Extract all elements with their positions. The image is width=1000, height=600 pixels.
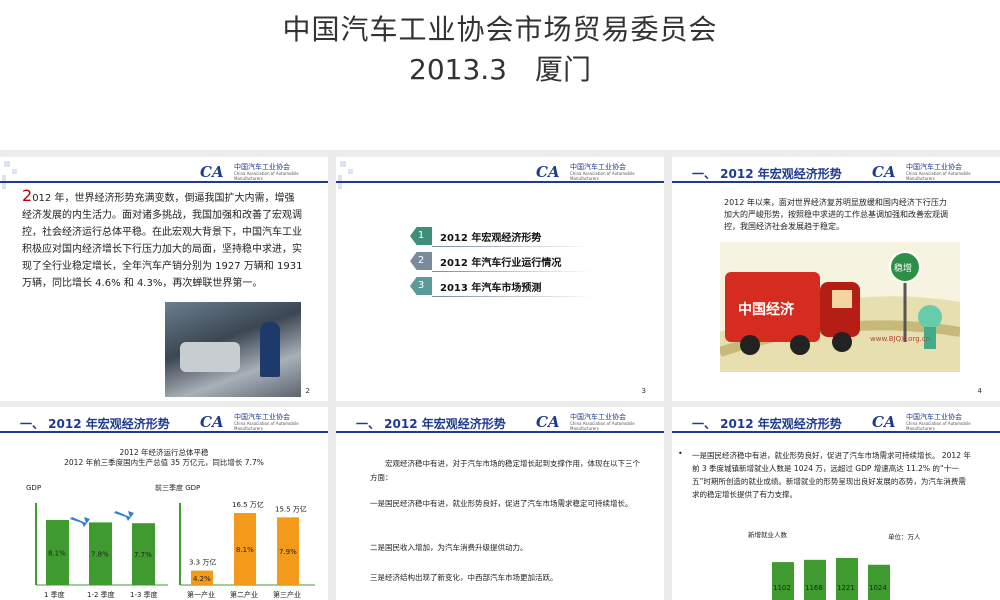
trend-arrow-icon bbox=[114, 511, 134, 521]
caam-logo: CA 中国汽车工业协会 China Association of Automob… bbox=[536, 413, 635, 431]
slide-thumbnail-6[interactable]: 一、 2012 年宏观经济形势 CA 中国汽车工业协会 China Associ… bbox=[336, 407, 664, 600]
bar-value-label: 1024 bbox=[869, 584, 887, 592]
slide-thumbnail-5[interactable]: 一、 2012 年宏观经济形势 CA 中国汽车工业协会 China Associ… bbox=[0, 407, 328, 600]
y-axis-label-2: 前三季度 GDP bbox=[155, 483, 200, 492]
employment-bar bbox=[804, 559, 826, 600]
title-banner: 中国汽车工业协会市场贸易委员会 2013.3 厦门 bbox=[0, 0, 1000, 150]
bar-growth-label: 8.1% bbox=[236, 546, 254, 554]
x-tick-label: 1 季度 bbox=[44, 590, 65, 599]
x-tick-label: 第二产业 bbox=[230, 590, 258, 599]
watermark: www.BJQX.org.cn bbox=[870, 335, 931, 343]
employment-bar bbox=[836, 558, 858, 600]
factory-photo bbox=[165, 302, 301, 397]
x-tick-label: 1-2 季度 bbox=[87, 590, 115, 599]
header-rule bbox=[336, 181, 664, 183]
section-title: 一、 2012 年宏观经济形势 bbox=[692, 167, 842, 181]
paragraph-point-2: 二是国民收入增加，为汽车消费升级提供动力。 bbox=[370, 543, 528, 552]
header-rule bbox=[0, 181, 328, 183]
section-title: 一、 2012 年宏观经济形势 bbox=[356, 417, 506, 431]
caam-logo: CA 中国汽车工业协会 China Association of Automob… bbox=[872, 163, 971, 181]
employment-bar bbox=[772, 562, 794, 600]
header-rule bbox=[672, 181, 1000, 183]
slide-intro-text: 2012 年以来，面对世界经济复苏明显放缓和国内经济下行压力加大的严峻形势，按照… bbox=[724, 198, 948, 231]
slide-thumbnail-2[interactable]: CA 中国汽车工业协会 China Association of Automob… bbox=[0, 157, 328, 401]
bar-value-label: 8.1% bbox=[48, 550, 66, 558]
presentation-title: 中国汽车工业协会市场贸易委员会 bbox=[282, 13, 718, 46]
bar-total-label: 3.3 万亿 bbox=[189, 558, 216, 567]
paragraph-point-3: 三是经济结构出现了新变化，中西部汽车市场更加活跃。 bbox=[370, 573, 558, 582]
bar-value-label: 7.8% bbox=[91, 551, 109, 559]
presentation-subtitle: 2013.3 厦门 bbox=[409, 53, 591, 86]
slide-body-text: 2012 年，世界经济形势充满变数，倒逼我国扩大内需，增强经济发展的内生活力。面… bbox=[22, 186, 303, 289]
slide-thumbnail-3[interactable]: CA 中国汽车工业协会 China Association of Automob… bbox=[336, 157, 664, 401]
bar-total-label: 16.5 万亿 bbox=[232, 500, 264, 509]
gdp-bar-charts: GDP 8.1% 1 季度 7.8% 1-2 季度 7.7% 1-3 季度 前三季度 GDP 3… bbox=[26, 483, 315, 599]
page-number: 2 bbox=[305, 387, 310, 395]
x-tick-label: 第三产业 bbox=[273, 590, 301, 599]
header-rule bbox=[336, 431, 664, 433]
trend-arrow-icon bbox=[70, 517, 90, 527]
drop-cap: 2 bbox=[22, 186, 33, 205]
slide-thumbnail-4[interactable]: 一、 2012 年宏观经济形势 CA 中国汽车工业协会 China Associ… bbox=[672, 157, 1000, 401]
x-tick-label: 1-3 季度 bbox=[130, 590, 158, 599]
decoration-squares bbox=[0, 157, 20, 197]
bar-value-label: 1221 bbox=[837, 584, 855, 592]
bar-value-label: 1102 bbox=[773, 584, 791, 592]
paragraph-intro: 宏观经济稳中有进，对于汽车市场的稳定增长起到支撑作用，体现在以下三个方面： bbox=[370, 459, 640, 482]
worker-figure bbox=[260, 322, 280, 377]
employment-bar-chart: 1102 1168 1221 1024 bbox=[772, 558, 890, 600]
bar-value-label: 1168 bbox=[805, 584, 823, 592]
employment-bar bbox=[868, 564, 890, 600]
slide-thumbnail-7[interactable]: 一、 2012 年宏观经济形势 CA 中国汽车工业协会 China Associ… bbox=[672, 407, 1000, 600]
bar-total-label: 15.5 万亿 bbox=[275, 504, 307, 513]
paragraph-point-1: 一是国民经济稳中有进，就业形势良好，促进了汽车市场需求稳定可持续增长。 bbox=[370, 499, 633, 508]
page-number: 3 bbox=[641, 387, 646, 395]
car-body bbox=[180, 342, 240, 372]
bar-growth-label: 7.9% bbox=[279, 548, 297, 556]
bar-value-label: 7.7% bbox=[134, 551, 152, 559]
road-sign-text: 稳增 bbox=[894, 262, 912, 274]
economy-truck-illustration: 中国经济 稳增 bbox=[720, 242, 960, 372]
page-number: 4 bbox=[977, 387, 982, 395]
bar-growth-label: 4.2% bbox=[193, 575, 211, 583]
truck-label: 中国经济 bbox=[738, 301, 795, 318]
y-axis-label-1: GDP bbox=[26, 484, 41, 492]
caam-logo: CA 中国汽车工业协会 China Association of Automob… bbox=[536, 163, 635, 181]
decoration-squares bbox=[336, 157, 356, 197]
caam-logo: CA 中国汽车工业协会 China Association of Automob… bbox=[200, 163, 299, 181]
x-tick-label: 第一产业 bbox=[187, 590, 215, 599]
